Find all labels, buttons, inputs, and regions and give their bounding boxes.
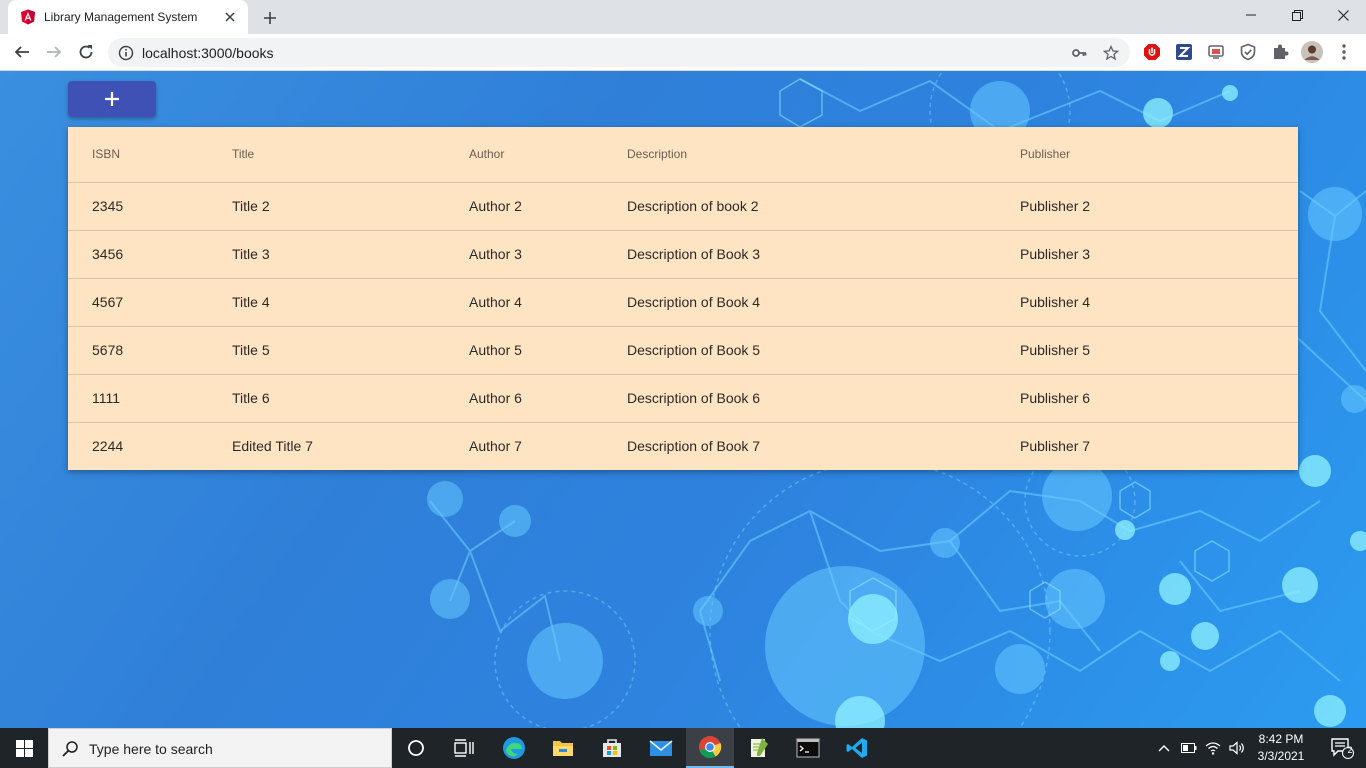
back-arrow-icon[interactable] [10,40,34,64]
cell-publisher: Publisher 4 [1020,278,1298,327]
cell-publisher: Publisher 6 [1020,374,1298,423]
close-window-icon[interactable] [1320,0,1366,30]
cell-publisher: Publisher 7 [1020,438,1091,455]
edge-browser-icon[interactable] [490,728,538,768]
cell-description: Description of Book 3 [627,230,1020,279]
cell-author: Author 7 [469,438,522,455]
search-icon [62,741,78,757]
cell-title: Title 3 [232,230,469,279]
zotero-extension-icon[interactable] [1173,41,1195,63]
cell-title: Title 2 [232,182,469,231]
forward-arrow-icon[interactable] [42,40,66,64]
profile-avatar[interactable] [1301,41,1323,63]
table-row[interactable]: 4567 Title 4 Author 4 Description of Boo… [68,278,1298,327]
clock-time: 8:42 PM [1258,732,1304,746]
volume-icon[interactable] [1227,738,1247,758]
cell-author: Author 2 [469,182,627,231]
battery-icon[interactable] [1179,738,1199,758]
browser-menu-icon[interactable] [1333,41,1355,63]
windows-start-icon[interactable] [0,728,48,768]
angular-logo-icon [21,9,35,25]
header-author[interactable]: Author [469,127,627,183]
file-explorer-icon[interactable] [539,728,587,768]
plus-icon [105,92,119,106]
cell-isbn: 5678 [68,326,232,375]
notepad-plus-plus-icon[interactable] [735,728,783,768]
shield-extension-icon[interactable] [1237,41,1259,63]
cell-author: Author 3 [469,230,627,279]
microsoft-store-icon[interactable] [588,728,636,768]
table-row[interactable]: 5678 Title 5 Author 5 Description of Boo… [68,326,1298,375]
cell-title: Title 4 [232,278,469,327]
taskbar-clock[interactable]: 8:42 PM 3/3/2021 [1250,731,1312,765]
table-row[interactable]: 2345 Title 2 Author 2 Description of boo… [68,182,1298,231]
header-title[interactable]: Title [232,127,469,183]
page-content: + ISBN Title Author Description Publishe… [0,71,1366,728]
new-tab-plus-icon[interactable] [258,6,282,30]
mail-icon[interactable] [637,728,685,768]
browser-tab[interactable]: Library Management System [8,0,248,34]
notification-count-badge: 2 [1347,745,1353,755]
header-isbn[interactable]: ISBN [68,127,232,183]
url-text: localhost:3000/books [142,45,274,61]
cortana-icon[interactable] [392,728,440,768]
cell-description: Description of Book 6 [627,374,1020,423]
taskbar-search-box[interactable]: Type here to search [48,728,392,768]
table-row[interactable]: 2244 Edited Title 7 Author 7 Description… [68,422,1298,470]
cell-isbn: 2244 [92,438,124,455]
table-header-row: ISBN Title Author Description Publisher [68,127,1298,183]
cell-publisher: Publisher 2 [1020,182,1298,231]
cell-title: Edited Title 7 [232,438,313,455]
chrome-icon[interactable] [686,728,734,768]
clock-date: 3/3/2021 [1257,749,1305,763]
header-description[interactable]: Description [627,127,1020,183]
tab-title: Library Management System [44,10,198,24]
browser-tab-strip: Library Management System [0,0,1366,34]
books-table-card: ISBN Title Author Description Publisher … [68,127,1298,470]
extensions-puzzle-icon[interactable] [1269,41,1291,63]
cell-isbn: 2345 [68,182,232,231]
adblock-extension-icon[interactable] [1141,41,1163,63]
address-bar[interactable]: localhost:3000/books [108,38,1130,67]
cast-extension-icon[interactable] [1205,41,1227,63]
cell-isbn: 3456 [68,230,232,279]
table-row[interactable]: 3456 Title 3 Author 3 Description of Boo… [68,230,1298,279]
cell-isbn: 4567 [68,278,232,327]
cell-description: Description of book 2 [627,182,1020,231]
site-info-icon[interactable] [118,45,134,61]
tab-close-icon[interactable] [220,7,240,27]
cell-description: Description of Book 4 [627,278,1020,327]
restore-icon[interactable] [1274,0,1320,30]
tray-chevron-up-icon[interactable] [1154,738,1174,758]
books-table: ISBN Title Author Description Publisher … [68,127,1298,470]
reload-icon[interactable] [74,40,98,64]
header-publisher[interactable]: Publisher [1020,127,1298,183]
vscode-icon[interactable] [833,728,881,768]
search-placeholder: Type here to search [89,741,213,757]
add-book-button[interactable]: + [68,81,156,117]
cell-description: Description of Book 5 [627,326,1020,375]
bookmark-star-icon[interactable] [1101,43,1121,63]
table-row[interactable]: 1111 Title 6 Author 6 Description of Boo… [68,374,1298,423]
cell-isbn: 1111 [68,374,232,423]
cell-author: Author 5 [469,326,627,375]
cell-author: Author 4 [469,278,627,327]
cell-title: Title 5 [232,326,469,375]
action-center-icon[interactable]: 2 [1318,728,1366,768]
minimize-icon[interactable] [1228,0,1274,30]
cell-author: Author 6 [469,374,627,423]
key-icon[interactable] [1069,43,1089,63]
command-prompt-icon[interactable] [784,728,832,768]
windows-taskbar: Type here to search 8:42 PM 3/3/2021 2 [0,728,1366,768]
cell-publisher: Publisher 5 [1020,326,1298,375]
cell-publisher: Publisher 3 [1020,230,1298,279]
task-view-icon[interactable] [440,728,488,768]
browser-toolbar: localhost:3000/books [0,34,1366,71]
cell-description: Description of Book 7 [627,438,761,455]
wifi-icon[interactable] [1203,738,1223,758]
cell-title: Title 6 [232,374,469,423]
